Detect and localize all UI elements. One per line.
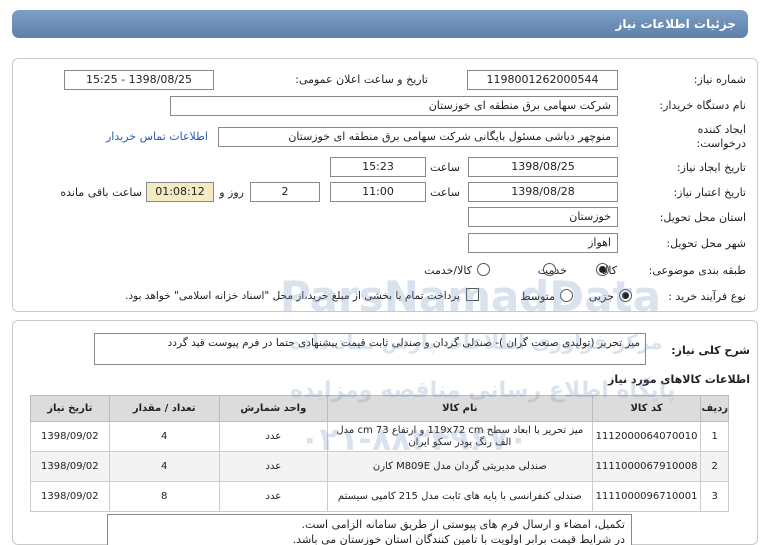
need-time-field[interactable]: 15:23 [330, 157, 426, 177]
row-index: 2 [700, 451, 729, 482]
creator-label-line1: ایجاد کننده [697, 123, 746, 136]
validity-date-label: تاریخ اعتبار نیاز: [673, 186, 746, 199]
category-option-goods: کالا [602, 264, 617, 277]
treasury-payment-note: پرداخت تمام یا بخشی از مبلغ خرید،از محل … [125, 290, 460, 302]
col-unit: واحد شمارش [218, 395, 329, 422]
table-row[interactable]: 1 1112000064070010 میز تحریر با ابعاد سط… [30, 421, 729, 452]
days-label: روز و [219, 186, 244, 199]
row-code: 1111000096710001 [591, 481, 702, 512]
notes-line-2: در شرایط قیمت برابر اولویت با تامین کنند… [292, 533, 625, 545]
row-qty: 4 [108, 421, 220, 452]
row-date: 1398/09/02 [30, 421, 110, 452]
province-label: استان محل تحویل: [659, 211, 746, 224]
category-label: طبقه بندی موضوعی: [648, 264, 746, 277]
row-index: 1 [700, 421, 729, 452]
process-label: نوع فرآیند خرید : [668, 290, 746, 303]
col-qty: تعداد / مقدار [108, 395, 220, 422]
page-title: جزئیات اطلاعات نیاز [615, 17, 736, 31]
category-option-goods-service: کالا/خدمت [424, 264, 472, 277]
page-title-bar: جزئیات اطلاعات نیاز [12, 10, 748, 38]
row-qty: 8 [108, 481, 220, 512]
col-date: تاریخ نیاز [30, 395, 110, 422]
row-name: صندلی مدیریتی گردان مدل M809E کارن [327, 451, 593, 482]
row-index: 3 [700, 481, 729, 512]
notes-line-1: تکمیل، امضاء و ارسال فرم های پیوستی از ط… [301, 518, 625, 531]
row-date: 1398/09/02 [30, 451, 110, 482]
buyer-field[interactable]: شرکت سهامی برق منطقه ای خوزستان [170, 96, 618, 116]
creator-field[interactable]: منوچهر دیاشی مسئول بایگانی شرکت سهامی بر… [218, 127, 618, 147]
row-unit: عدد [218, 421, 329, 452]
notes-field[interactable]: تکمیل، امضاء و ارسال فرم های پیوستی از ط… [107, 514, 632, 545]
category-radio-goods-service[interactable] [477, 263, 490, 276]
need-time-label: ساعت [430, 161, 460, 174]
col-code: کد کالا [591, 395, 702, 422]
buyer-label: نام دستگاه خریدار: [659, 99, 746, 112]
row-code: 1112000064070010 [591, 421, 702, 452]
col-index: ردیف [700, 395, 729, 422]
description-label: شرح کلی نیاز: [671, 344, 750, 357]
category-option-service: خدمت [537, 264, 567, 277]
treasury-payment-checkbox[interactable] [466, 288, 479, 301]
items-table-header: ردیف کد کالا نام کالا واحد شمارش تعداد /… [30, 395, 729, 422]
province-field[interactable]: خوزستان [468, 207, 618, 227]
row-date: 1398/09/02 [30, 481, 110, 512]
need-date-field[interactable]: 1398/08/25 [468, 157, 618, 177]
city-field[interactable]: اهواز [468, 233, 618, 253]
remaining-time-label: ساعت باقی مانده [60, 186, 142, 199]
announce-label: تاریخ و ساعت اعلان عمومی: [295, 73, 428, 86]
process-option-medium: متوسط [520, 290, 555, 303]
validity-time-field[interactable]: 11:00 [330, 182, 426, 202]
table-row[interactable]: 3 1111000096710001 صندلی کنفرانسی با پای… [30, 481, 729, 512]
process-radio-minor[interactable] [619, 289, 632, 302]
process-option-minor: جزیی [588, 290, 614, 303]
process-radio-medium[interactable] [560, 289, 573, 302]
validity-date-field[interactable]: 1398/08/28 [468, 182, 618, 202]
items-table: ردیف کد کالا نام کالا واحد شمارش تعداد /… [30, 395, 729, 512]
city-label: شهر محل تحویل: [666, 237, 746, 250]
validity-time-label: ساعت [430, 186, 460, 199]
announce-datetime-field[interactable]: 1398/08/25 - 15:25 [64, 70, 214, 90]
buyer-contact-link[interactable]: اطلاعات تماس خریدار [106, 130, 208, 143]
need-number-label: شماره نیاز: [693, 73, 746, 86]
description-field[interactable]: میز تحریر (تولیدی صنعت گران )- صندلی گرد… [94, 333, 646, 365]
remaining-days-field[interactable]: 2 [250, 182, 320, 202]
row-name: میز تحریر با ابعاد سطح 119x72 cm و ارتفا… [327, 421, 593, 452]
need-number-field[interactable]: 1198001262000544 [467, 70, 618, 90]
col-name: نام کالا [327, 395, 593, 422]
items-section-title: اطلاعات کالاهای مورد نیاز [608, 373, 750, 386]
row-code: 1111000067910008 [591, 451, 702, 482]
row-qty: 4 [108, 451, 220, 482]
row-name: صندلی کنفرانسی با پایه های ثابت مدل 215 … [327, 481, 593, 512]
row-unit: عدد [218, 481, 329, 512]
need-date-label: تاریخ ایجاد نیاز: [676, 161, 746, 174]
row-unit: عدد [218, 451, 329, 482]
creator-label-line2: درخواست: [696, 137, 746, 150]
table-row[interactable]: 2 1111000067910008 صندلی مدیریتی گردان م… [30, 451, 729, 482]
remaining-time-badge: 01:08:12 [146, 182, 214, 202]
